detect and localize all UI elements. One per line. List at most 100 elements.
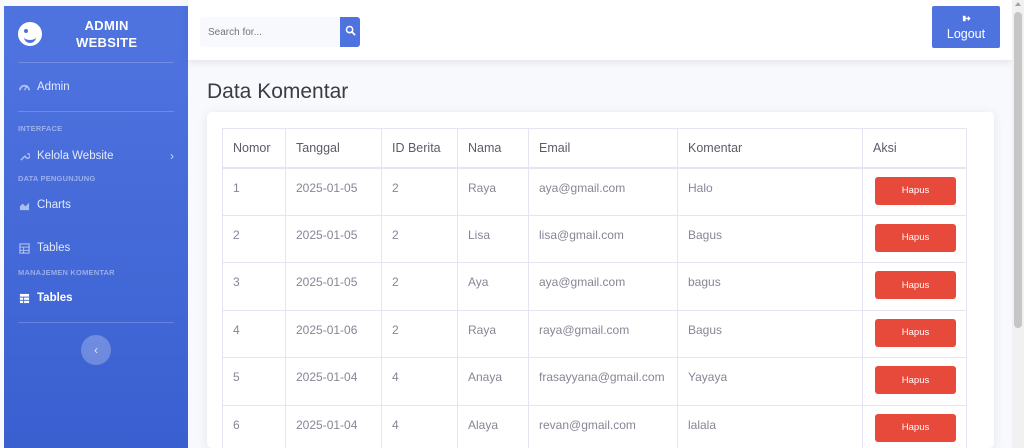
column-header-email: Email bbox=[528, 128, 678, 169]
search-button[interactable] bbox=[340, 17, 360, 47]
sidebar-divider bbox=[18, 111, 174, 112]
cell-nama: Alaya bbox=[457, 404, 529, 448]
cell-komentar: Halo bbox=[677, 167, 863, 216]
cell-komentar: Bagus bbox=[677, 214, 863, 263]
chart-area-icon bbox=[18, 199, 30, 211]
sidebar-item-tables-komentar[interactable]: Tables bbox=[4, 282, 188, 314]
cell-aksi: Hapus bbox=[862, 262, 967, 311]
column-header-nama: Nama bbox=[457, 128, 529, 169]
table-icon bbox=[18, 292, 30, 304]
column-header-id-berita: ID Berita bbox=[381, 128, 458, 169]
sidebar-item-charts[interactable]: Charts bbox=[4, 188, 188, 222]
hapus-button[interactable]: Hapus bbox=[875, 366, 956, 394]
scrollbar-thumb[interactable] bbox=[1014, 12, 1022, 328]
table-row: 4 2025-01-06 2 Raya raya@gmail.com Bagus Hapus bbox=[222, 309, 967, 358]
cell-tanggal: 2025-01-05 bbox=[285, 167, 382, 216]
cell-nomor: 2 bbox=[222, 214, 286, 263]
table-icon bbox=[18, 242, 30, 254]
comments-table: Nomor Tanggal ID Berita Nama Email Komen… bbox=[222, 128, 967, 448]
wrench-icon bbox=[18, 150, 30, 162]
column-header-aksi: Aksi bbox=[862, 128, 967, 169]
cell-id-berita: 2 bbox=[381, 214, 458, 263]
sidebar-item-admin[interactable]: Admin bbox=[4, 63, 188, 111]
tachometer-icon bbox=[18, 81, 30, 93]
table-row: 3 2025-01-05 2 Aya aya@gmail.com bagus Hapus bbox=[222, 262, 967, 311]
column-header-nomor: Nomor bbox=[222, 128, 286, 169]
logout-label: Logout bbox=[946, 26, 986, 41]
cell-aksi: Hapus bbox=[862, 167, 967, 216]
table-row: 2 2025-01-05 2 Lisa lisa@gmail.com Bagus Hapus bbox=[222, 214, 967, 263]
chevron-left-icon: ‹ bbox=[94, 343, 98, 357]
cell-nomor: 6 bbox=[222, 404, 286, 448]
cell-email: frasayyana@gmail.com bbox=[528, 357, 678, 406]
cell-nomor: 3 bbox=[222, 262, 286, 311]
brand-name: ADMIN WEBSITE bbox=[76, 17, 137, 51]
cell-id-berita: 4 bbox=[381, 357, 458, 406]
cell-id-berita: 4 bbox=[381, 404, 458, 448]
cell-komentar: lalala bbox=[677, 404, 863, 448]
chevron-right-icon: › bbox=[170, 149, 174, 163]
page-title: Data Komentar bbox=[207, 80, 349, 103]
cell-aksi: Hapus bbox=[862, 357, 967, 406]
cell-tanggal: 2025-01-05 bbox=[285, 262, 382, 311]
sidebar-item-label: Admin bbox=[37, 81, 70, 93]
cell-nama: Raya bbox=[457, 309, 529, 358]
cell-nama: Anaya bbox=[457, 357, 529, 406]
scroll-up-arrow-icon[interactable] bbox=[1015, 2, 1021, 6]
sign-out-icon bbox=[962, 14, 971, 25]
sidebar-item-label: Tables bbox=[37, 242, 71, 254]
cell-id-berita: 2 bbox=[381, 262, 458, 311]
cell-nomor: 5 bbox=[222, 357, 286, 406]
cell-komentar: bagus bbox=[677, 262, 863, 311]
cell-tanggal: 2025-01-05 bbox=[285, 214, 382, 263]
cell-email: lisa@gmail.com bbox=[528, 214, 678, 263]
cell-komentar: Yayaya bbox=[677, 357, 863, 406]
hapus-button[interactable]: Hapus bbox=[875, 318, 956, 347]
table-row: 6 2025-01-04 4 Alaya revan@gmail.com lalala Ha… bbox=[222, 404, 967, 448]
cell-aksi: Hapus bbox=[862, 404, 967, 448]
cell-id-berita: 2 bbox=[381, 167, 458, 216]
column-header-komentar: Komentar bbox=[677, 128, 863, 169]
hapus-button[interactable]: Hapus bbox=[875, 223, 956, 252]
cell-nama: Lisa bbox=[457, 214, 529, 263]
sidebar-heading-interface: INTERFACE bbox=[18, 124, 63, 133]
table-row: 5 2025-01-04 4 Anaya frasayyana@gmail.com Yay… bbox=[222, 357, 967, 406]
search-bar bbox=[200, 17, 360, 47]
sidebar: ADMIN WEBSITE Admin INTERFACE Kelola Web… bbox=[4, 6, 188, 448]
page-scrollbar[interactable] bbox=[1012, 0, 1024, 448]
sidebar-item-tables[interactable]: Tables bbox=[4, 228, 188, 268]
search-input[interactable] bbox=[200, 17, 340, 47]
cell-email: revan@gmail.com bbox=[528, 404, 678, 448]
sidebar-item-kelola-website[interactable]: Kelola Website › bbox=[4, 138, 188, 174]
column-header-tanggal: Tanggal bbox=[285, 128, 382, 169]
brand-line-1: ADMIN bbox=[84, 18, 129, 33]
cell-nomor: 1 bbox=[222, 167, 286, 216]
cell-tanggal: 2025-01-04 bbox=[285, 357, 382, 406]
sidebar-heading-manajemen-komentar: MANAJEMEN KOMENTAR bbox=[18, 268, 115, 277]
brand[interactable]: ADMIN WEBSITE bbox=[4, 6, 188, 62]
logout-button[interactable]: Logout bbox=[932, 6, 1000, 48]
cell-tanggal: 2025-01-04 bbox=[285, 404, 382, 448]
brand-line-2: WEBSITE bbox=[76, 35, 138, 50]
search-icon bbox=[345, 23, 356, 41]
sidebar-divider bbox=[18, 322, 174, 323]
cell-aksi: Hapus bbox=[862, 214, 967, 263]
cell-id-berita: 2 bbox=[381, 309, 458, 358]
cell-nama: Raya bbox=[457, 167, 529, 216]
cell-email: aya@gmail.com bbox=[528, 262, 678, 311]
sidebar-item-label: Charts bbox=[37, 199, 71, 211]
cell-email: aya@gmail.com bbox=[528, 167, 678, 216]
cell-email: raya@gmail.com bbox=[528, 309, 678, 358]
sidebar-toggle-button[interactable]: ‹ bbox=[81, 335, 111, 365]
hapus-button[interactable]: Hapus bbox=[875, 413, 956, 442]
cell-nama: Aya bbox=[457, 262, 529, 311]
hapus-button[interactable]: Hapus bbox=[875, 176, 956, 205]
comments-card: Nomor Tanggal ID Berita Nama Email Komen… bbox=[207, 112, 994, 448]
smile-logo-icon bbox=[18, 22, 42, 46]
cell-aksi: Hapus bbox=[862, 309, 967, 358]
hapus-button[interactable]: Hapus bbox=[875, 271, 956, 299]
sidebar-item-label: Tables bbox=[37, 292, 73, 304]
cell-tanggal: 2025-01-06 bbox=[285, 309, 382, 358]
sidebar-heading-data-pengunjung: DATA PENGUNJUNG bbox=[18, 174, 96, 183]
table-row: 1 2025-01-05 2 Raya aya@gmail.com Halo Hapus bbox=[222, 167, 967, 216]
